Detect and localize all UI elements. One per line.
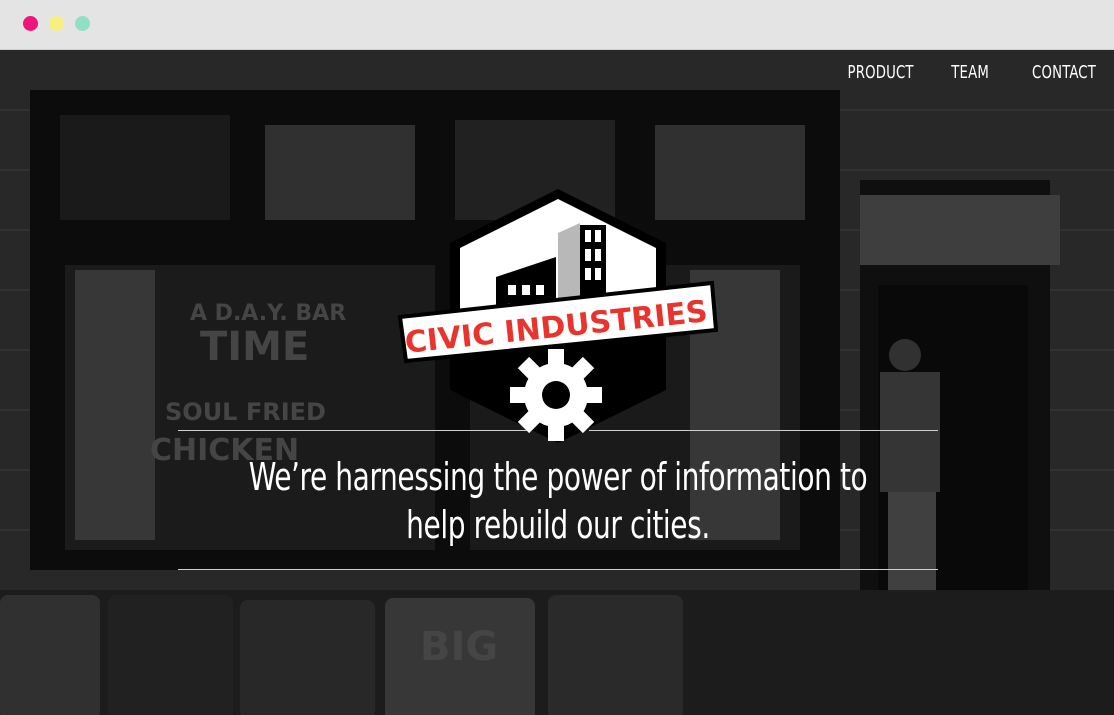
- hero-headline: We’re harnessing the power of informatio…: [248, 455, 868, 547]
- nav-link-contact[interactable]: CONTACT: [1032, 62, 1096, 83]
- divider-top-left: [178, 430, 527, 431]
- divider-bottom: [178, 569, 938, 570]
- webpage-viewport: A D.A.Y. BAR TIME SOUL FRIED CHICKEN BIG…: [0, 50, 1114, 715]
- civic-industries-logo[interactable]: CIVIC INDUSTRIES: [398, 185, 718, 447]
- nav-link-product[interactable]: PRODUCT: [848, 62, 914, 83]
- top-navigation: PRODUCT TEAM CONTACT: [833, 62, 1096, 83]
- nav-link-team[interactable]: TEAM: [951, 62, 989, 83]
- close-window-icon[interactable]: [23, 16, 38, 31]
- minimize-window-icon[interactable]: [49, 16, 64, 31]
- divider-top-right: [589, 430, 938, 431]
- browser-titlebar: [0, 0, 1114, 50]
- zoom-window-icon[interactable]: [75, 16, 90, 31]
